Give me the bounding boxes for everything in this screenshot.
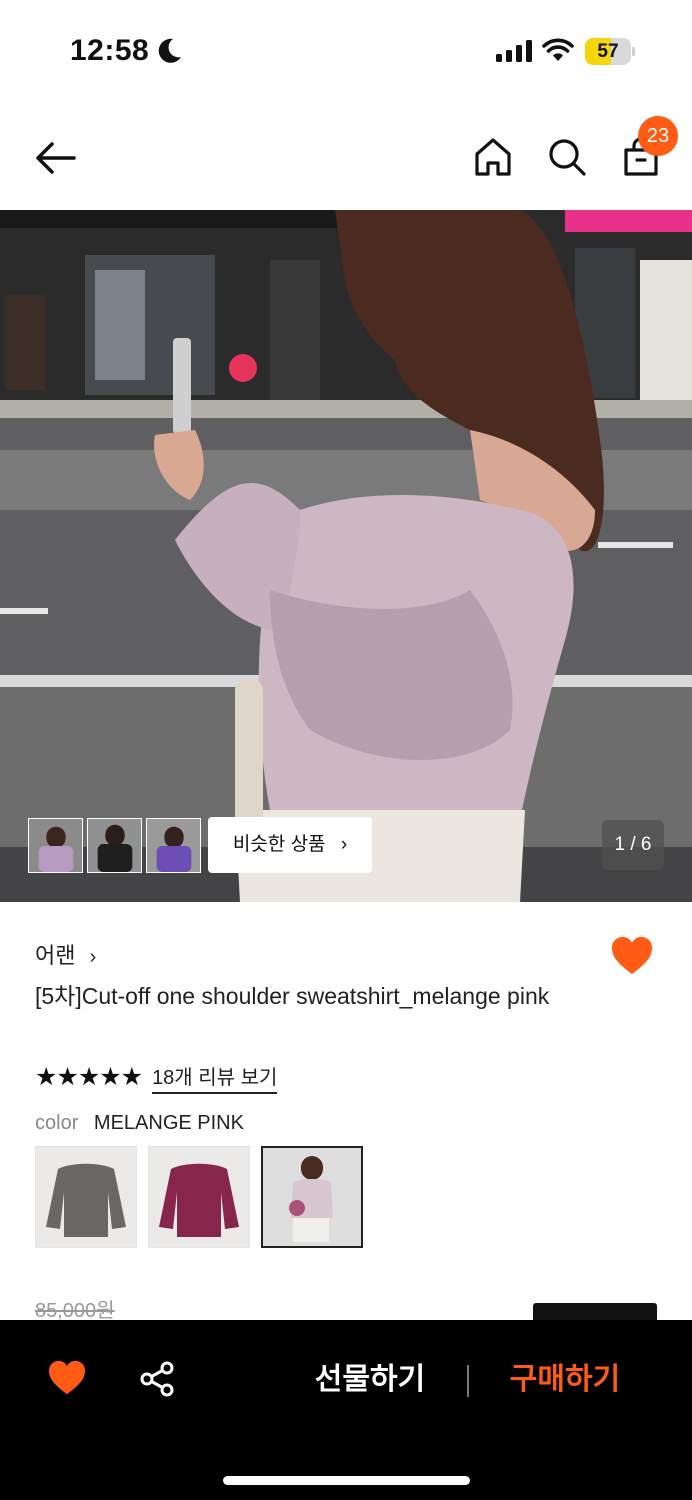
battery-percent: 57 [597, 41, 619, 62]
search-icon[interactable] [546, 136, 588, 178]
original-price: 85,000원 [35, 1300, 115, 1322]
moon-icon [158, 38, 181, 63]
thumbnail-2[interactable] [87, 818, 142, 873]
color-option-burgundy[interactable] [148, 1146, 250, 1248]
similar-products-button[interactable]: 비슷한 상품 › [208, 817, 372, 873]
brand-link[interactable]: 어랜 › [35, 938, 96, 970]
review-link[interactable]: 18개 리뷰 보기 [152, 1061, 278, 1094]
gift-button[interactable]: 선물하기 [300, 1358, 440, 1402]
brand-name: 어랜 [35, 943, 76, 968]
wishlist-heart-icon[interactable] [47, 1360, 87, 1396]
similar-products-label: 비슷한 상품 [232, 834, 326, 855]
divider [467, 1365, 469, 1397]
product-image-carousel[interactable]: 비슷한 상품 › 1 / 6 [0, 210, 692, 902]
image-counter: 1 / 6 [602, 820, 664, 870]
cart-count-badge: 23 [638, 116, 678, 156]
cellular-signal-icon [496, 40, 532, 62]
rating-row: ★★★★★ 18개 리뷰 보기 [35, 1061, 278, 1094]
back-arrow-icon[interactable] [34, 138, 78, 178]
star-rating: ★★★★★ [35, 1063, 143, 1091]
battery-icon: 57 [585, 38, 635, 65]
thumbnail-3[interactable] [146, 818, 201, 873]
status-bar: 12:58 57 [0, 0, 692, 100]
home-indicator [223, 1476, 470, 1485]
product-photo [0, 210, 692, 902]
wifi-icon [542, 38, 574, 61]
top-nav [0, 110, 692, 205]
chevron-right-icon: › [89, 946, 97, 968]
color-row: color MELANGE PINK [35, 1112, 244, 1135]
color-options [35, 1146, 363, 1248]
heart-icon[interactable] [610, 936, 654, 976]
buy-button[interactable]: 구매하기 [495, 1358, 635, 1402]
thumbnail-1[interactable] [28, 818, 83, 873]
color-label: color [35, 1112, 79, 1134]
color-option-melange-pink[interactable] [261, 1146, 363, 1248]
thumbnail-strip [28, 818, 201, 873]
color-option-gray[interactable] [35, 1146, 137, 1248]
chevron-right-icon: › [340, 834, 348, 855]
product-title: [5차]Cut-off one shoulder sweatshirt_mela… [35, 983, 550, 1009]
color-value: MELANGE PINK [93, 1112, 244, 1134]
share-icon[interactable] [138, 1360, 176, 1398]
home-icon[interactable] [472, 136, 514, 178]
bottom-action-bar: 선물하기 구매하기 [0, 1320, 692, 1500]
status-time: 12:58 [70, 34, 150, 67]
